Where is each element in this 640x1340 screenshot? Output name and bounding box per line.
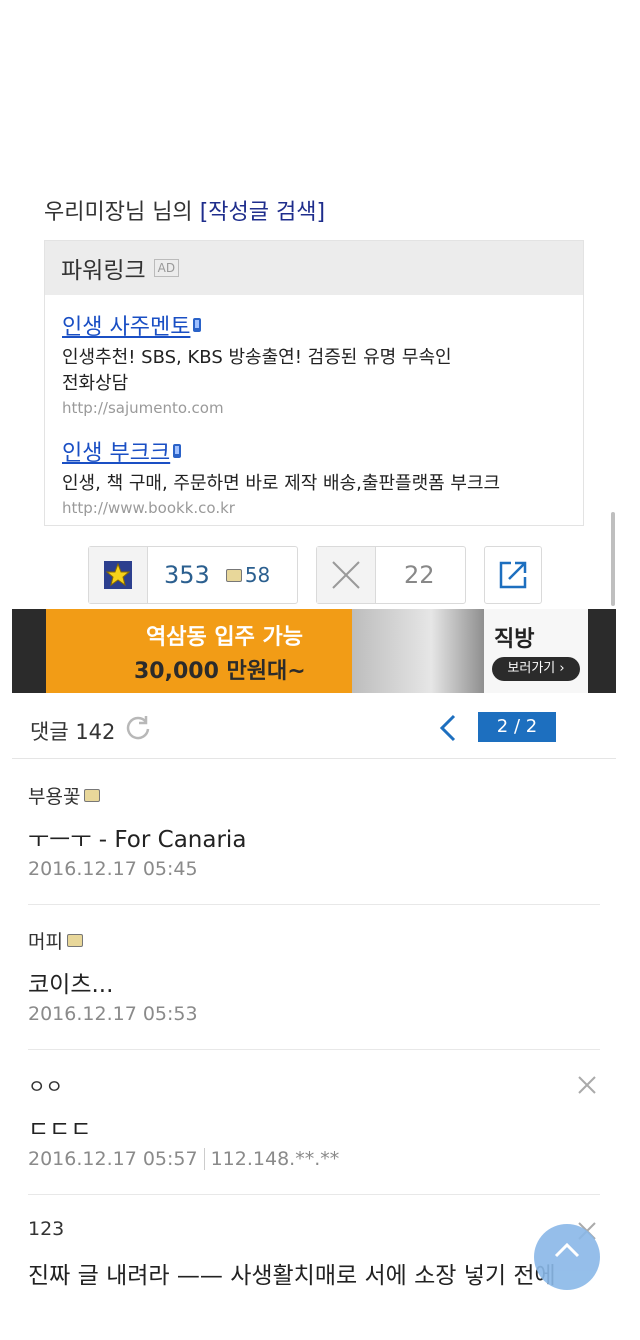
comment-body: ㄷㄷㄷ	[28, 1117, 92, 1143]
downvote-icon-cell[interactable]	[317, 547, 376, 603]
comment-item: 머피 코이츠... 2016.12.17 05:53	[28, 905, 600, 1050]
ad-title-text[interactable]: 인생 사주멘토	[62, 309, 190, 341]
comment-author-name: 부용꽃	[28, 786, 81, 808]
powerlink-title: 파워링크	[61, 258, 146, 284]
comment-body: 진짜 글 내려라 —— 사생활치매로 서에 소장 넣기 전에	[28, 1263, 556, 1289]
author-name: 우리미장님 님의	[44, 200, 193, 225]
banner-cta-button[interactable]: 보러가기 ›	[492, 657, 580, 681]
chevron-left-icon[interactable]	[436, 712, 460, 744]
banner-headline: 역삼동 입주 가능	[146, 625, 303, 650]
scrollbar[interactable]	[611, 512, 615, 606]
comment-count: 댓글 142	[30, 720, 116, 744]
upvote-button[interactable]: 353 58	[88, 546, 298, 604]
comment-item: 부용꽃 ㅜㅡㅜ - For Canaria 2016.12.17 05:45	[28, 760, 600, 905]
share-icon	[499, 561, 527, 589]
ad-description-line: 인생, 책 구매, 주문하면 바로 제작 배송,출판플랫폼 부크크	[62, 473, 501, 494]
ad-item[interactable]: 인생 사주멘토 인생추천! SBS, KBS 방송출연! 검증된 유명 무속인 …	[62, 309, 452, 417]
member-icon	[84, 789, 101, 802]
comment-author: 부용꽃	[28, 782, 103, 809]
upvote-count: 353	[164, 561, 210, 589]
ad-description: 인생, 책 구매, 주문하면 바로 제작 배송,출판플랫폼 부크크	[62, 471, 500, 497]
ad-title-text[interactable]: 인생 부크크	[62, 435, 170, 467]
close-icon	[332, 561, 360, 589]
powerlink-header: 파워링크 AD	[45, 241, 583, 295]
mobile-icon	[193, 318, 202, 332]
refresh-icon[interactable]	[124, 714, 152, 742]
ad-description: 인생추천! SBS, KBS 방송출연! 검증된 유명 무속인 전화상담	[62, 345, 452, 397]
mobile-icon	[173, 444, 182, 458]
powerlink-ad-box: 파워링크 AD 인생 사주멘토 인생추천! SBS, KBS 방송출연! 검증된…	[44, 240, 584, 526]
comment-date: 2016.12.17 05:57 112.148.**.**	[28, 1148, 340, 1170]
comment-author-name: 머피	[28, 931, 63, 953]
author-search-link[interactable]: [작성글 검색]	[200, 200, 325, 225]
upvote-icon-cell[interactable]	[89, 547, 148, 603]
comment-body: 코이츠...	[28, 972, 114, 998]
share-button[interactable]	[484, 546, 542, 604]
author-line: 우리미장님 님의 [작성글 검색]	[44, 194, 325, 226]
banner-price: 30,000 만원대~	[134, 659, 306, 684]
banner-room-image	[352, 609, 484, 693]
upvote-sub-count: 58	[225, 547, 271, 603]
ad-url: http://sajumento.com	[62, 399, 224, 417]
ad-url: http://www.bookk.co.kr	[62, 499, 235, 517]
brand-logo: 직방	[494, 627, 535, 652]
delete-icon[interactable]	[576, 1074, 598, 1096]
ad-title-link[interactable]: 인생 부크크	[62, 435, 500, 467]
comment-author-name: 123	[28, 1218, 65, 1240]
banner-brand-panel: 직방 보러가기 ›	[484, 609, 588, 693]
star-icon	[104, 561, 132, 589]
ad-title-link[interactable]: 인생 사주멘토	[62, 309, 452, 341]
ad-description-line: 인생추천! SBS, KBS 방송출연! 검증된 유명 무속인	[62, 347, 452, 368]
comment-author-name: ㅇㅇ	[28, 1076, 63, 1098]
comment-date-text: 2016.12.17 05:57	[28, 1148, 198, 1170]
ad-description-line: 전화상담	[62, 373, 129, 394]
chevron-up-icon	[554, 1242, 580, 1258]
ad-item[interactable]: 인생 부크크 인생, 책 구매, 주문하면 바로 제작 배송,출판플랫폼 부크크…	[62, 435, 500, 517]
upvote-sub-value: 58	[244, 563, 271, 587]
comment-date: 2016.12.17 05:45	[28, 858, 198, 880]
ad-badge: AD	[153, 259, 180, 277]
comment-date: 2016.12.17 05:53	[28, 1003, 198, 1025]
comment-author: ㅇㅇ	[28, 1072, 63, 1099]
comment-body: ㅜㅡㅜ - For Canaria	[28, 827, 247, 853]
zigbang-banner-ad[interactable]: 역삼동 입주 가능 30,000 만원대~ 직방 보러가기 ›	[12, 609, 616, 693]
downvote-count: 22	[404, 561, 435, 589]
comment-ip: 112.148.**.**	[203, 1148, 340, 1170]
banner-orange-panel: 역삼동 입주 가능 30,000 만원대~	[46, 609, 352, 693]
page-indicator[interactable]: 2 / 2	[478, 712, 556, 742]
comment-item: 123 진짜 글 내려라 —— 사생활치매로 서에 소장 넣기 전에	[28, 1196, 600, 1340]
comment-item: ㅇㅇ ㄷㄷㄷ 2016.12.17 05:57 112.148.**.**	[28, 1050, 600, 1195]
comment-author: 머피	[28, 927, 86, 954]
comment-header: 댓글 142 2 / 2	[12, 700, 616, 759]
scroll-to-top-button[interactable]	[534, 1224, 600, 1290]
downvote-button[interactable]: 22	[316, 546, 466, 604]
member-icon	[225, 568, 242, 582]
member-icon	[66, 934, 83, 947]
comment-author: 123	[28, 1218, 64, 1240]
